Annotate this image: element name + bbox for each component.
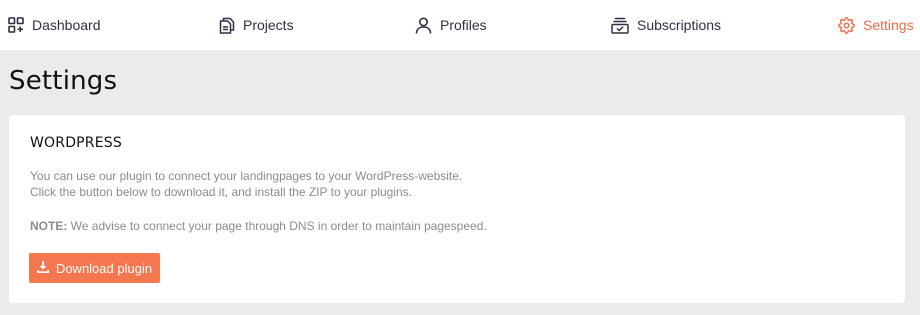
note-text-line: NOTE: We advise to connect your page thr…	[30, 218, 487, 234]
nav-label-dashboard: Dashboard	[32, 17, 101, 33]
nav-label-projects: Projects	[243, 17, 294, 33]
dashboard-grid-icon	[8, 17, 24, 33]
top-navigation: Dashboard Projects Profiles Subscription…	[0, 0, 920, 50]
nav-label-subscriptions: Subscriptions	[637, 17, 722, 33]
subscriptions-icon	[611, 17, 629, 34]
download-plugin-button[interactable]: Download plugin	[29, 253, 160, 283]
card-title: WORDPRESS	[30, 135, 122, 151]
user-icon	[415, 16, 432, 34]
wordpress-card: WORDPRESS You can use our plugin to conn…	[9, 115, 905, 303]
download-icon	[36, 260, 49, 276]
download-button-label: Download plugin	[55, 260, 153, 276]
page-title: Settings	[9, 66, 118, 96]
nav-label-profiles: Profiles	[440, 17, 487, 33]
gear-icon	[838, 16, 855, 34]
note-text: We advise to connect your page through D…	[67, 219, 487, 233]
nav-item-subscriptions[interactable]: Subscriptions	[611, 0, 721, 50]
description-line-1: You can use our plugin to connect your l…	[30, 169, 463, 183]
nav-item-profiles[interactable]: Profiles	[415, 0, 487, 50]
description-line-2: Click the button below to download it, a…	[30, 185, 413, 199]
nav-item-settings[interactable]: Settings	[838, 0, 914, 50]
nav-item-dashboard[interactable]: Dashboard	[8, 0, 101, 50]
note-label: NOTE:	[30, 219, 68, 233]
documents-icon	[219, 17, 235, 34]
nav-label-settings: Settings	[863, 17, 914, 33]
nav-item-projects[interactable]: Projects	[219, 0, 294, 50]
